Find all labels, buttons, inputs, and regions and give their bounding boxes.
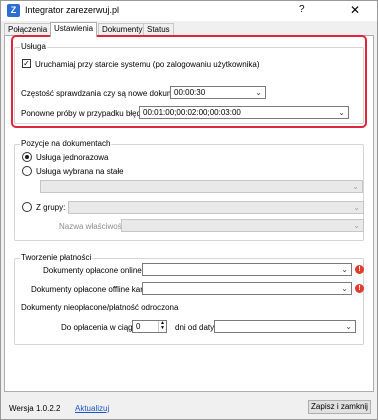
help-button[interactable]: ?: [299, 4, 305, 15]
paid-offline-label: Dokumenty opłacone offline kartą:: [31, 285, 152, 294]
radio-fixed-service[interactable]: [22, 166, 32, 176]
stepper-arrows-icon[interactable]: ▲ ▼: [158, 321, 166, 332]
close-button[interactable]: ✕: [350, 3, 360, 17]
window-title: Integrator zarezerwuj.pl: [25, 5, 120, 15]
paid-offline-select[interactable]: ⌄: [142, 282, 352, 295]
chevron-down-icon: ⌄: [353, 203, 360, 212]
unpaid-label: Dokumenty nieopłacone/płatność odroczona: [21, 303, 179, 312]
property-name-select[interactable]: ⌄: [121, 219, 364, 232]
update-link[interactable]: Aktualizuj: [75, 404, 109, 413]
date-type-select[interactable]: ⌄: [214, 320, 356, 333]
radio-from-group-label: Z grupy:: [36, 203, 66, 212]
version-label: Wersja 1.0.2.2: [9, 404, 61, 413]
pay-within-label: Do opłacenia w ciągu: [61, 323, 138, 332]
chevron-down-icon: ⌄: [353, 221, 360, 230]
radio-single-service[interactable]: [22, 152, 32, 162]
chevron-down-icon: ⌄: [352, 182, 359, 191]
paid-offline-warning-icon: !: [355, 284, 364, 293]
pay-within-days-stepper[interactable]: 0 ▲ ▼: [132, 320, 167, 333]
platnosci-group-title: Tworzenie płatności: [20, 253, 93, 262]
title-bar: Z Integrator zarezerwuj.pl ? ✕: [1, 1, 377, 21]
radio-from-group[interactable]: [22, 202, 32, 212]
group-select[interactable]: ⌄: [68, 201, 364, 214]
chevron-down-icon: ⌄: [345, 322, 352, 331]
chevron-down-icon: ⌄: [341, 265, 348, 274]
paid-online-select[interactable]: ⌄: [142, 263, 352, 276]
paid-online-warning-icon: !: [355, 265, 364, 274]
chevron-down-icon: ⌄: [341, 284, 348, 293]
app-logo-icon: Z: [7, 4, 20, 17]
radio-single-service-label: Usługa jednorazowa: [36, 153, 109, 162]
radio-fixed-service-label: Usługa wybrana na stałe: [36, 167, 124, 176]
fixed-service-select[interactable]: ⌄: [40, 180, 363, 193]
tab-ustawienia[interactable]: Ustawienia: [50, 22, 98, 37]
highlight-frame: [11, 35, 367, 128]
save-and-close-button[interactable]: Zapisz i zamknij: [308, 400, 371, 414]
pozycje-group-title: Pozycje na dokumentach: [20, 139, 112, 148]
days-from-date-label: dni od daty: [175, 323, 215, 332]
paid-online-label: Dokumenty opłacone online:: [43, 266, 144, 275]
pay-within-days-value: 0: [136, 322, 141, 331]
property-name-label: Nazwa właściwości:: [59, 222, 130, 231]
app-window: Z Integrator zarezerwuj.pl ? ✕ Połączeni…: [0, 0, 378, 420]
